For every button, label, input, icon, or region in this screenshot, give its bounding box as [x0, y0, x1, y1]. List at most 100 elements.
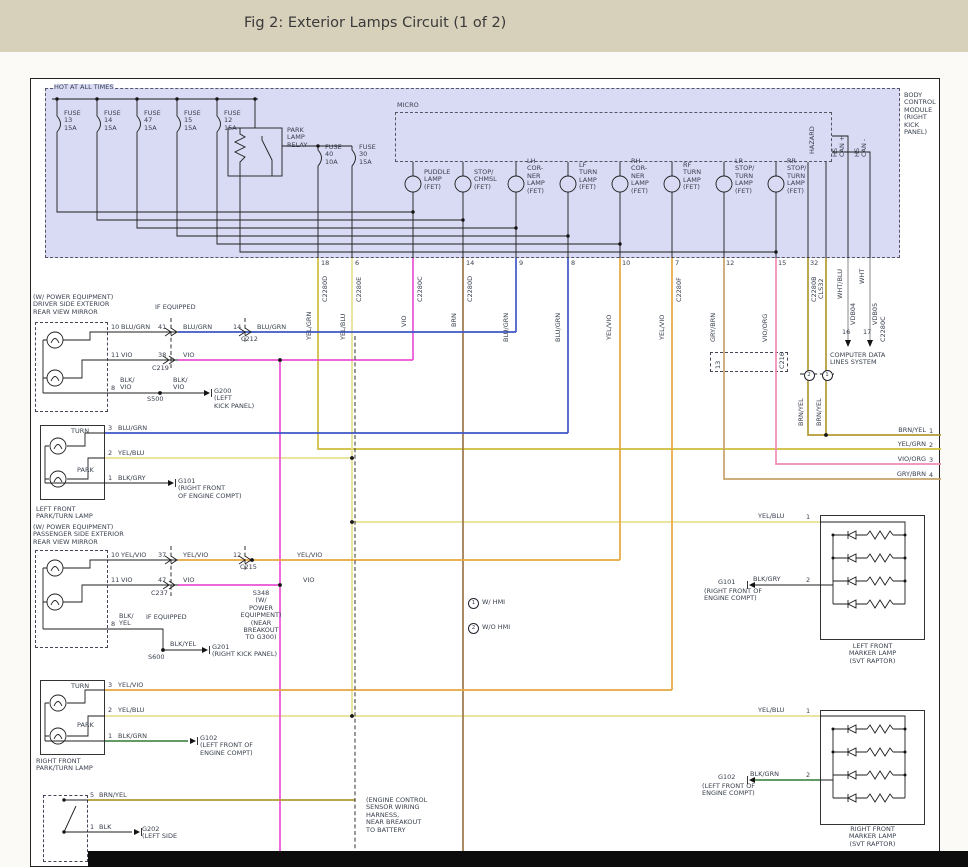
fuse13-label: FUSE 13 15A	[64, 110, 81, 132]
splice-label: S600	[148, 654, 165, 661]
passenger-mirror-caption: (W/ POWER EQUIPMENT) PASSENGER SIDE EXTE…	[33, 524, 124, 546]
ground-symbols	[134, 340, 873, 836]
fet-puddle-label: PUDDLE LAMP (FET)	[424, 169, 450, 191]
pin-number-label: 3	[108, 682, 112, 689]
wire-color-label: BLK/ VIO	[173, 377, 188, 392]
s348-splice-label: S348 (W/ POWER EQUIPMENT) (NEAR BREAKOUT…	[236, 590, 286, 642]
fuse30-label: FUSE 30 15A	[359, 144, 376, 166]
connector-label: C215	[240, 564, 257, 571]
edge-wire-number: 1	[929, 428, 933, 435]
edge-wire-number: 3	[929, 457, 933, 464]
connector-label: C2280F	[676, 277, 683, 302]
pin-number-label: 6	[355, 260, 359, 267]
left-marker-caption: LEFT FRONT MARKER LAMP (SVT RAPTOR)	[830, 643, 915, 665]
ground-location-label: (LEFT FRONT OF ENGINE COMPT)	[702, 783, 755, 798]
ground-label: G200 (LEFT KICK PANEL)	[214, 388, 254, 410]
colored-wires	[88, 258, 941, 858]
fet-rh-corner-label: RH COR- NER LAMP (FET)	[631, 158, 649, 195]
park-label: PARK	[77, 722, 94, 729]
wire-color-label: BLK	[99, 824, 111, 831]
wire-color-label: BRN/YEL	[798, 398, 805, 426]
edge-wire-number: 2	[929, 442, 933, 449]
wire-color-label: YEL/VIO	[121, 552, 146, 559]
fuse12-label: FUSE 12 15A	[224, 110, 241, 132]
splice-label: S500	[147, 396, 164, 403]
clipped-bottom-bar	[88, 851, 968, 867]
wire-color-label: VIO	[401, 316, 408, 327]
harness-note: (ENGINE CONTROL SENSOR WIRING HARNESS, N…	[366, 797, 427, 834]
right-park-turn-caption: RIGHT FRONT PARK/TURN LAMP	[36, 758, 93, 773]
fet-lh-corner-label: LH COR- NER LAMP (FET)	[527, 158, 545, 195]
turn-label: TURN	[71, 683, 89, 690]
wire-color-label: VIO/ORG	[888, 456, 926, 463]
wire-color-label: BLK/GRY	[753, 576, 781, 583]
if-equipped-label: IF EQUIPPED	[155, 304, 196, 311]
wire-color-label: WHT	[859, 269, 866, 284]
wire-color-label: YEL/BLU	[758, 513, 784, 520]
ground-label: G101 (RIGHT FRONT OF ENGINE COMPT)	[178, 478, 242, 500]
connector-label: C2280C	[417, 276, 424, 302]
pin-number-label: 12	[726, 260, 734, 267]
wire-color-label: BRN/YEL	[816, 398, 823, 426]
pin-number-label: 2	[806, 577, 810, 584]
wire-color-label: YEL/BLU	[340, 314, 347, 340]
pin-number-label: 12	[233, 552, 241, 559]
wire-color-label: GRY/BRN	[888, 471, 926, 478]
pin-number-label: 7	[675, 260, 679, 267]
pin-number-label: 1	[90, 824, 94, 831]
wire-color-label: YEL/VIO	[118, 682, 143, 689]
hot-at-all-times-label: HOT AT ALL TIMES	[54, 84, 114, 91]
junction-dots	[55, 97, 906, 833]
wire-color-label: BLU/GRN	[257, 324, 286, 331]
wire-color-label: BLK/GRN	[750, 771, 779, 778]
fuse40-label: FUSE 40 10A	[325, 144, 342, 166]
pin-number-label: 1	[108, 733, 112, 740]
bcm-caption: BODY CONTROL MODULE (RIGHT KICK PANEL)	[904, 92, 936, 136]
circuit-id-label: CLS32	[818, 278, 825, 299]
turn-label: TURN	[71, 428, 89, 435]
wire-color-label: BLU/GRN	[503, 313, 510, 342]
fet-rr-stop-turn-label: RR STOP/ TURN LAMP (FET)	[787, 158, 806, 195]
pin-number-label: 15	[778, 260, 786, 267]
connector-label: C216	[779, 352, 786, 369]
pin-number-label: 2	[806, 772, 810, 779]
wire-color-label: YEL/BLU	[758, 707, 784, 714]
pin-number-label: 2	[108, 707, 112, 714]
wire-color-label: YEL/BLU	[118, 707, 144, 714]
fuse47-label: FUSE 47 15A	[144, 110, 161, 132]
wire-color-label: YEL/VIO	[659, 315, 666, 340]
pin-number-label: 11	[111, 352, 119, 359]
hazard-label: HAZARD	[809, 126, 816, 154]
pin-number-label: 14	[466, 260, 474, 267]
right-marker-caption: RIGHT FRONT MARKER LAMP (SVT RAPTOR)	[830, 826, 915, 848]
hs-can-plus-label: HS CAN +	[832, 136, 847, 157]
wire-color-label: YEL/GRN	[888, 441, 926, 448]
pin-number-label: 1	[806, 708, 810, 715]
ground-label: G101	[718, 579, 735, 586]
wire-color-label: YEL/BLU	[118, 450, 144, 457]
pin-number-label: 9	[519, 260, 523, 267]
ground-label: G102 (LEFT FRONT OF ENGINE COMPT)	[200, 735, 253, 757]
pin-number-label: 2	[108, 450, 112, 457]
wire-color-label: GRY/BRN	[710, 313, 717, 342]
wire-color-label: BLU/GRN	[121, 324, 150, 331]
fet-lf-turn-label: LF TURN LAMP (FET)	[579, 162, 597, 192]
fuse14-label: FUSE 14 15A	[104, 110, 121, 132]
pin-number-label: 13	[715, 361, 722, 369]
connector-label: C2280E	[356, 277, 363, 302]
wire-color-label: BLK/ VIO	[120, 377, 135, 392]
wire-color-label: BLK/ YEL	[119, 613, 134, 628]
circled-1-icon: 1	[468, 598, 479, 609]
hs-can-minus-label: HS CAN -	[854, 139, 869, 157]
connector-label: C2280C	[880, 316, 887, 342]
wire-color-label: VIO	[183, 352, 194, 359]
wire-color-label: BRN	[451, 313, 458, 327]
wire-color-label: BRN/YEL	[99, 792, 127, 799]
edge-wire-number: 4	[929, 472, 933, 479]
fuse15-label: FUSE 15 15A	[184, 110, 201, 132]
pin-number-label: 16	[842, 329, 850, 336]
fet-lr-stop-turn-label: LR STOP/ TURN LAMP (FET)	[735, 158, 754, 195]
connector-label: C2280D	[322, 276, 329, 302]
pin-number-label: 8	[571, 260, 575, 267]
w-hmi-note: W/ HMI	[482, 599, 505, 606]
